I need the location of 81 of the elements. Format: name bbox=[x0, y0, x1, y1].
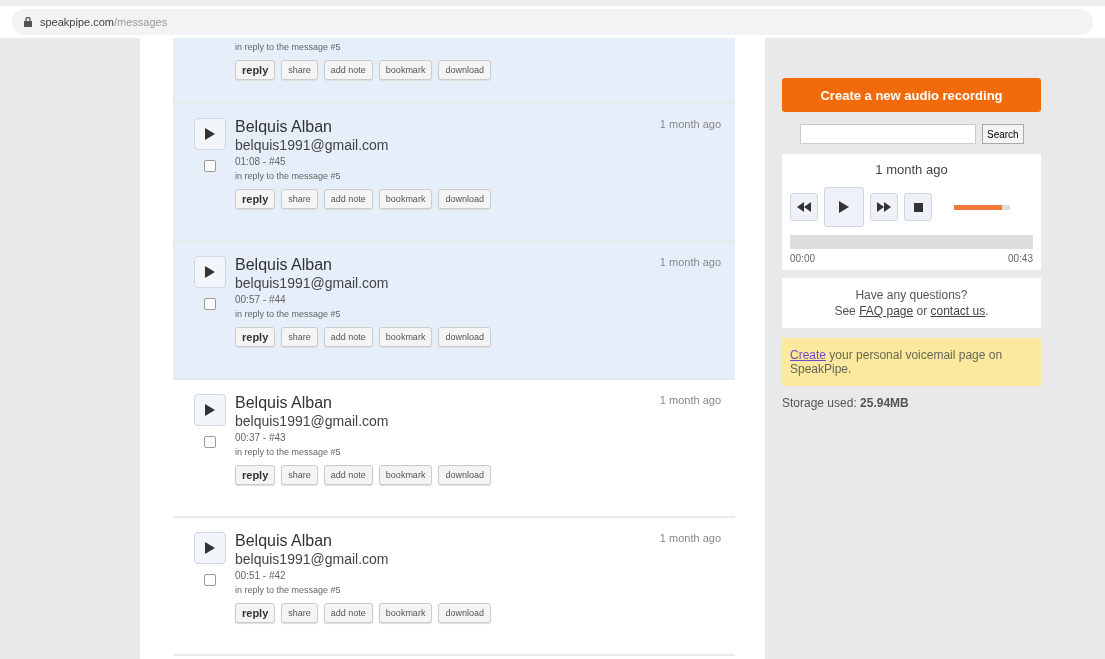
play-icon bbox=[204, 541, 216, 555]
action-button[interactable]: bookmark bbox=[378, 603, 433, 623]
action-button[interactable]: reply bbox=[235, 60, 276, 80]
stop-icon bbox=[913, 202, 923, 212]
search-button[interactable]: Search bbox=[982, 124, 1024, 144]
play-button[interactable] bbox=[194, 532, 226, 564]
play-icon bbox=[204, 265, 216, 279]
action-button[interactable]: share bbox=[281, 327, 318, 347]
action-button[interactable]: share bbox=[281, 60, 318, 80]
play-button[interactable] bbox=[194, 394, 226, 426]
rewind-button[interactable] bbox=[790, 193, 818, 221]
sender-email: belquis1991@gmail.com bbox=[235, 413, 389, 429]
play-button[interactable] bbox=[824, 187, 864, 227]
action-button[interactable]: bookmark bbox=[378, 327, 433, 347]
checkbox[interactable] bbox=[204, 436, 216, 448]
player-time: 1 month ago bbox=[875, 162, 948, 177]
play-icon bbox=[204, 403, 216, 417]
play-icon bbox=[204, 127, 216, 141]
play-button[interactable] bbox=[194, 118, 226, 150]
action-button[interactable]: add note bbox=[323, 603, 373, 623]
fast-forward-button[interactable] bbox=[870, 193, 898, 221]
message-meta: 00:57 - #44 bbox=[235, 294, 287, 305]
elapsed-time: 00:00 bbox=[790, 253, 816, 264]
create-link[interactable]: Create bbox=[790, 348, 827, 362]
message-time: 1 month ago bbox=[659, 118, 721, 132]
reply-note: in reply to the message #5 bbox=[235, 42, 342, 52]
message-meta: 00:37 - #43 bbox=[235, 432, 287, 443]
action-button[interactable]: download bbox=[438, 189, 491, 209]
checkbox[interactable] bbox=[204, 160, 216, 172]
stop-button[interactable] bbox=[904, 193, 932, 221]
sender-email: belquis1991@gmail.com bbox=[235, 275, 389, 291]
rewind-icon bbox=[797, 202, 811, 212]
message-meta: 00:51 - #42 bbox=[235, 570, 287, 581]
storage-text: Storage used: 25.94MB bbox=[782, 396, 909, 410]
action-button[interactable]: download bbox=[438, 327, 491, 347]
reply-note: in reply to the message #5 bbox=[235, 585, 342, 595]
action-button[interactable]: bookmark bbox=[378, 60, 433, 80]
volume-slider[interactable] bbox=[954, 204, 1010, 210]
sender-name: Belquis Alban bbox=[235, 118, 333, 136]
message-time: 1 month ago bbox=[659, 532, 721, 546]
sender-email: belquis1991@gmail.com bbox=[235, 137, 389, 153]
message-time: 1 month ago bbox=[659, 256, 721, 270]
checkbox[interactable] bbox=[204, 574, 216, 586]
sender-email: belquis1991@gmail.com bbox=[235, 551, 389, 567]
address-bar[interactable]: speakpipe.com/messages bbox=[12, 9, 1093, 35]
help-question: Have any questions? bbox=[855, 288, 968, 302]
action-button[interactable]: reply bbox=[235, 465, 276, 485]
total-time: 00:43 bbox=[1007, 253, 1033, 264]
reply-note: in reply to the message #5 bbox=[235, 447, 342, 457]
sender-name: Belquis Alban bbox=[235, 256, 333, 274]
message-time: 1 month ago bbox=[659, 394, 721, 408]
play-button[interactable] bbox=[194, 256, 226, 288]
action-button[interactable]: add note bbox=[323, 60, 373, 80]
action-button[interactable]: download bbox=[438, 60, 491, 80]
faq-link[interactable]: FAQ page bbox=[859, 304, 914, 318]
action-button[interactable]: reply bbox=[235, 189, 276, 209]
action-button[interactable]: add note bbox=[323, 327, 373, 347]
action-button[interactable]: bookmark bbox=[378, 189, 433, 209]
checkbox[interactable] bbox=[204, 298, 216, 310]
action-button[interactable]: reply bbox=[235, 327, 276, 347]
action-button[interactable]: share bbox=[281, 465, 318, 485]
action-button[interactable]: share bbox=[281, 603, 318, 623]
reply-note: in reply to the message #5 bbox=[235, 171, 342, 181]
reply-note: in reply to the message #5 bbox=[235, 309, 342, 319]
play-icon bbox=[838, 200, 850, 214]
help-text: See FAQ page or contact us. bbox=[834, 304, 989, 318]
action-button[interactable]: add note bbox=[323, 189, 373, 209]
message-meta: 01:08 - #45 bbox=[235, 156, 287, 167]
action-button[interactable]: download bbox=[438, 603, 491, 623]
promo-text: Create your personal voicemail page on SpeakPipe. bbox=[790, 348, 1003, 376]
lock-icon bbox=[24, 17, 32, 27]
search-field[interactable] bbox=[800, 124, 976, 144]
url-text: speakpipe.com/messages bbox=[40, 16, 168, 28]
action-button[interactable]: share bbox=[281, 189, 318, 209]
action-button[interactable]: reply bbox=[235, 603, 276, 623]
action-button[interactable]: download bbox=[438, 465, 491, 485]
sender-name: Belquis Alban bbox=[235, 394, 333, 412]
fast-forward-icon bbox=[877, 202, 891, 212]
action-button[interactable]: add note bbox=[323, 465, 373, 485]
action-button[interactable]: bookmark bbox=[378, 465, 433, 485]
sender-name: Belquis Alban bbox=[235, 532, 333, 550]
